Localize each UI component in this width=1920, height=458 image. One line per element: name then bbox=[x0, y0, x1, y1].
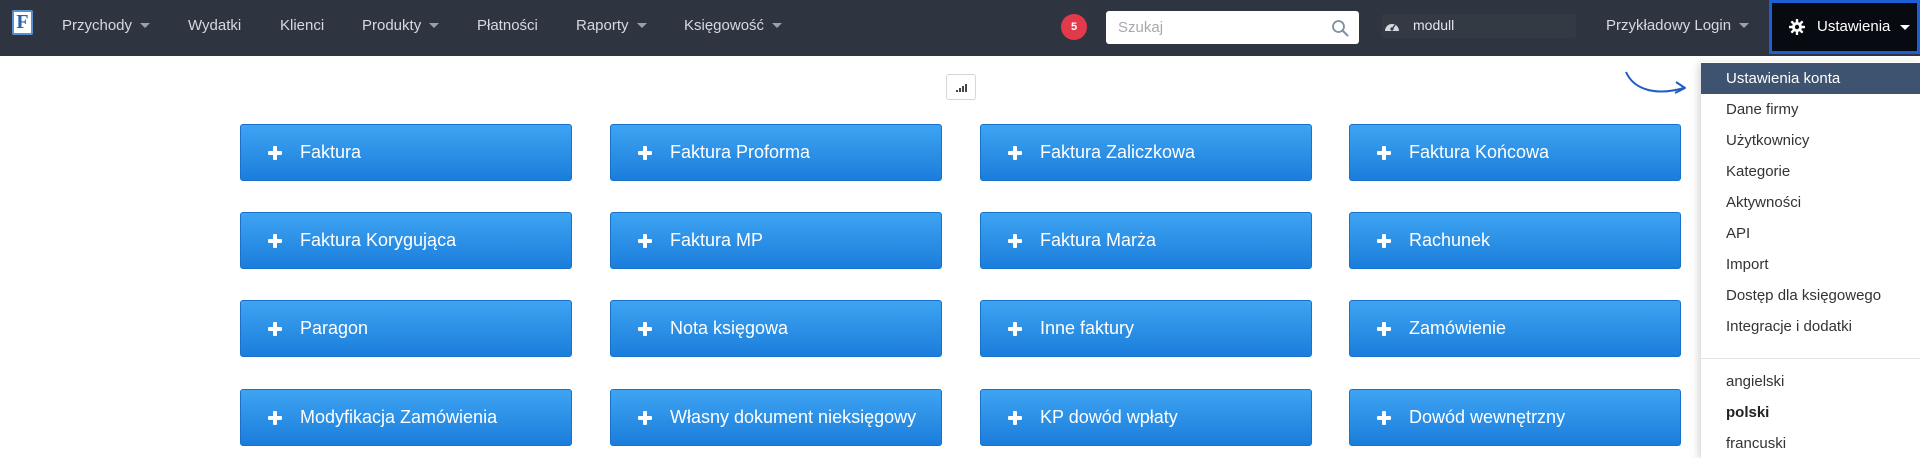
plus-icon bbox=[638, 411, 652, 425]
caret-down-icon bbox=[140, 23, 151, 28]
menu-item-dane-firmy[interactable]: Dane firmy bbox=[1701, 94, 1920, 125]
module-selector[interactable]: modull bbox=[1382, 14, 1576, 38]
menu-item-api[interactable]: API bbox=[1701, 218, 1920, 249]
new-paragon-button[interactable]: Paragon bbox=[240, 300, 572, 357]
user-login-label: Przykładowy Login bbox=[1606, 17, 1732, 34]
document-label: Rachunek bbox=[1409, 230, 1491, 250]
app-logo[interactable]: F bbox=[12, 10, 33, 35]
document-label: Faktura Korygująca bbox=[300, 230, 457, 250]
new-rachunek-button[interactable]: Rachunek bbox=[1349, 212, 1681, 269]
menu-divider bbox=[1701, 358, 1920, 359]
nav-item-label: Klienci bbox=[280, 17, 325, 34]
document-label: Dowód wewnętrzny bbox=[1409, 407, 1566, 427]
caret-down-icon bbox=[636, 23, 647, 28]
document-label: KP dowód wpłaty bbox=[1040, 407, 1178, 427]
menu-item-dostep-dla-ksiegowego[interactable]: Dostęp dla księgowego bbox=[1701, 280, 1920, 311]
new-wlasny-dokument-button[interactable]: Własny dokument nieksięgowy bbox=[610, 389, 942, 446]
plus-icon bbox=[638, 234, 652, 248]
plus-icon bbox=[268, 146, 282, 160]
module-name: modull bbox=[1413, 17, 1455, 33]
document-label: Paragon bbox=[300, 318, 369, 338]
menu-item-uzytkownicy[interactable]: Użytkownicy bbox=[1701, 125, 1920, 156]
document-label: Modyfikacja Zamówienia bbox=[300, 407, 498, 427]
plus-icon bbox=[1008, 146, 1022, 160]
caret-down-icon bbox=[1739, 23, 1750, 28]
nav-item-label: Księgowość bbox=[684, 17, 765, 34]
gear-icon bbox=[1789, 19, 1805, 35]
document-label: Faktura MP bbox=[670, 230, 764, 250]
settings-button[interactable]: Ustawienia bbox=[1769, 0, 1920, 54]
document-label: Faktura bbox=[300, 142, 362, 162]
search-box bbox=[1106, 11, 1359, 44]
menu-item-ustawienia-konta[interactable]: Ustawienia konta bbox=[1701, 63, 1920, 94]
nav-item-wydatki[interactable]: Wydatki bbox=[188, 0, 241, 56]
plus-icon bbox=[1008, 322, 1022, 336]
dashboard-gauge-icon bbox=[1385, 24, 1399, 31]
menu-item-import[interactable]: Import bbox=[1701, 249, 1920, 280]
settings-dropdown-menu: Ustawienia konta Dane firmy Użytkownicy … bbox=[1701, 62, 1920, 458]
nav-item-label: Przychody bbox=[62, 17, 133, 34]
plus-icon bbox=[638, 146, 652, 160]
caret-down-icon bbox=[1900, 25, 1910, 30]
new-nota-ksiegowa-button[interactable]: Nota księgowa bbox=[610, 300, 942, 357]
nav-item-klienci[interactable]: Klienci bbox=[280, 0, 324, 56]
menu-item-kategorie[interactable]: Kategorie bbox=[1701, 156, 1920, 187]
plus-icon bbox=[1377, 322, 1391, 336]
nav-item-label: Płatności bbox=[477, 17, 538, 34]
language-item-angielski[interactable]: angielski bbox=[1701, 366, 1920, 397]
plus-icon bbox=[1008, 234, 1022, 248]
new-dowod-wewnetrzny-button[interactable]: Dowód wewnętrzny bbox=[1349, 389, 1681, 446]
new-kp-dowod-wplaty-button[interactable]: KP dowód wpłaty bbox=[980, 389, 1312, 446]
new-faktura-mp-button[interactable]: Faktura MP bbox=[610, 212, 942, 269]
search-input[interactable] bbox=[1106, 11, 1326, 44]
document-label: Faktura Marża bbox=[1040, 230, 1157, 250]
new-faktura-button[interactable]: Faktura bbox=[240, 124, 572, 181]
search-icon[interactable] bbox=[1331, 19, 1349, 37]
nav-item-ksiegowosc[interactable]: Księgowość bbox=[684, 0, 783, 56]
plus-icon bbox=[268, 322, 282, 336]
language-item-polski[interactable]: polski bbox=[1701, 397, 1920, 428]
document-label: Nota księgowa bbox=[670, 318, 789, 338]
plus-icon bbox=[1377, 234, 1391, 248]
nav-item-przychody[interactable]: Przychody bbox=[62, 0, 151, 56]
plus-icon bbox=[1377, 146, 1391, 160]
new-faktura-marza-button[interactable]: Faktura Marża bbox=[980, 212, 1312, 269]
plus-icon bbox=[638, 322, 652, 336]
caret-down-icon bbox=[429, 23, 440, 28]
curved-arrow-icon bbox=[1625, 71, 1686, 94]
new-faktura-koncowa-button[interactable]: Faktura Końcowa bbox=[1349, 124, 1681, 181]
plus-icon bbox=[1008, 411, 1022, 425]
notification-badge[interactable]: 5 bbox=[1061, 14, 1087, 40]
nav-item-platnosci[interactable]: Płatności bbox=[477, 0, 538, 56]
nav-item-label: Raporty bbox=[576, 17, 629, 34]
nav-item-label: Wydatki bbox=[188, 17, 242, 34]
top-navbar: F Przychody Wydatki Klienci Produkty Pła… bbox=[0, 0, 1920, 56]
settings-label: Ustawienia bbox=[1817, 18, 1891, 35]
caret-down-icon bbox=[772, 23, 783, 28]
document-label: Zamówienie bbox=[1409, 318, 1507, 338]
new-faktura-korygujaca-button[interactable]: Faktura Korygująca bbox=[240, 212, 572, 269]
document-label: Faktura Końcowa bbox=[1409, 142, 1550, 162]
new-zamowienie-button[interactable]: Zamówienie bbox=[1349, 300, 1681, 357]
user-login-menu[interactable]: Przykładowy Login bbox=[1606, 0, 1750, 56]
document-label: Faktura Zaliczkowa bbox=[1040, 142, 1196, 162]
document-label: Inne faktury bbox=[1040, 318, 1135, 338]
new-faktura-zaliczkowa-button[interactable]: Faktura Zaliczkowa bbox=[980, 124, 1312, 181]
signal-bars-icon bbox=[956, 84, 967, 92]
nav-item-raporty[interactable]: Raporty bbox=[576, 0, 647, 56]
new-faktura-proforma-button[interactable]: Faktura Proforma bbox=[610, 124, 942, 181]
document-label: Faktura Proforma bbox=[670, 142, 811, 162]
menu-item-integracje-i-dodatki[interactable]: Integracje i dodatki bbox=[1701, 311, 1920, 342]
plus-icon bbox=[268, 411, 282, 425]
nav-item-produkty[interactable]: Produkty bbox=[362, 0, 440, 56]
new-inne-faktury-button[interactable]: Inne faktury bbox=[980, 300, 1312, 357]
signal-strength-button[interactable] bbox=[946, 74, 976, 100]
new-modyfikacja-zamowienia-button[interactable]: Modyfikacja Zamówienia bbox=[240, 389, 572, 446]
document-label: Własny dokument nieksięgowy bbox=[670, 407, 917, 427]
plus-icon bbox=[268, 234, 282, 248]
language-item-francuski[interactable]: francuski bbox=[1701, 428, 1920, 458]
nav-item-label: Produkty bbox=[362, 17, 422, 34]
plus-icon bbox=[1377, 411, 1391, 425]
menu-item-aktywnosci[interactable]: Aktywności bbox=[1701, 187, 1920, 218]
